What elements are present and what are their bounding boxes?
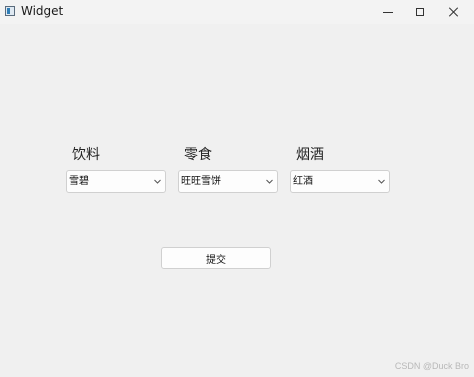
widget-window: Widget 饮料 零食 烟酒 雪碧 旺旺雪饼 红酒 提交 CSDN @Duck… [0,0,474,377]
drinks-combobox-value: 雪碧 [69,176,89,187]
drinks-label: 饮料 [72,147,100,163]
snacks-label: 零食 [184,147,212,163]
maximize-icon [416,8,424,16]
snacks-combobox-value: 旺旺雪饼 [181,176,221,187]
drinks-combobox[interactable]: 雪碧 [66,170,166,193]
minimize-icon [383,11,393,13]
close-icon [449,7,459,17]
tobacco-alcohol-label: 烟酒 [296,147,324,163]
tobacco-alcohol-combobox-value: 红酒 [293,176,313,187]
snacks-combobox[interactable]: 旺旺雪饼 [178,170,278,193]
chevron-down-icon [378,179,385,184]
title-bar: Widget [0,0,474,24]
watermark: CSDN @Duck Bro [394,361,469,371]
app-icon [5,6,15,16]
chevron-down-icon [266,179,273,184]
window-title: Widget [21,4,64,18]
minimize-button[interactable] [370,0,406,24]
close-button[interactable] [436,0,472,24]
tobacco-alcohol-combobox[interactable]: 红酒 [290,170,390,193]
submit-button[interactable]: 提交 [161,247,271,269]
chevron-down-icon [154,179,161,184]
maximize-button[interactable] [402,0,438,24]
